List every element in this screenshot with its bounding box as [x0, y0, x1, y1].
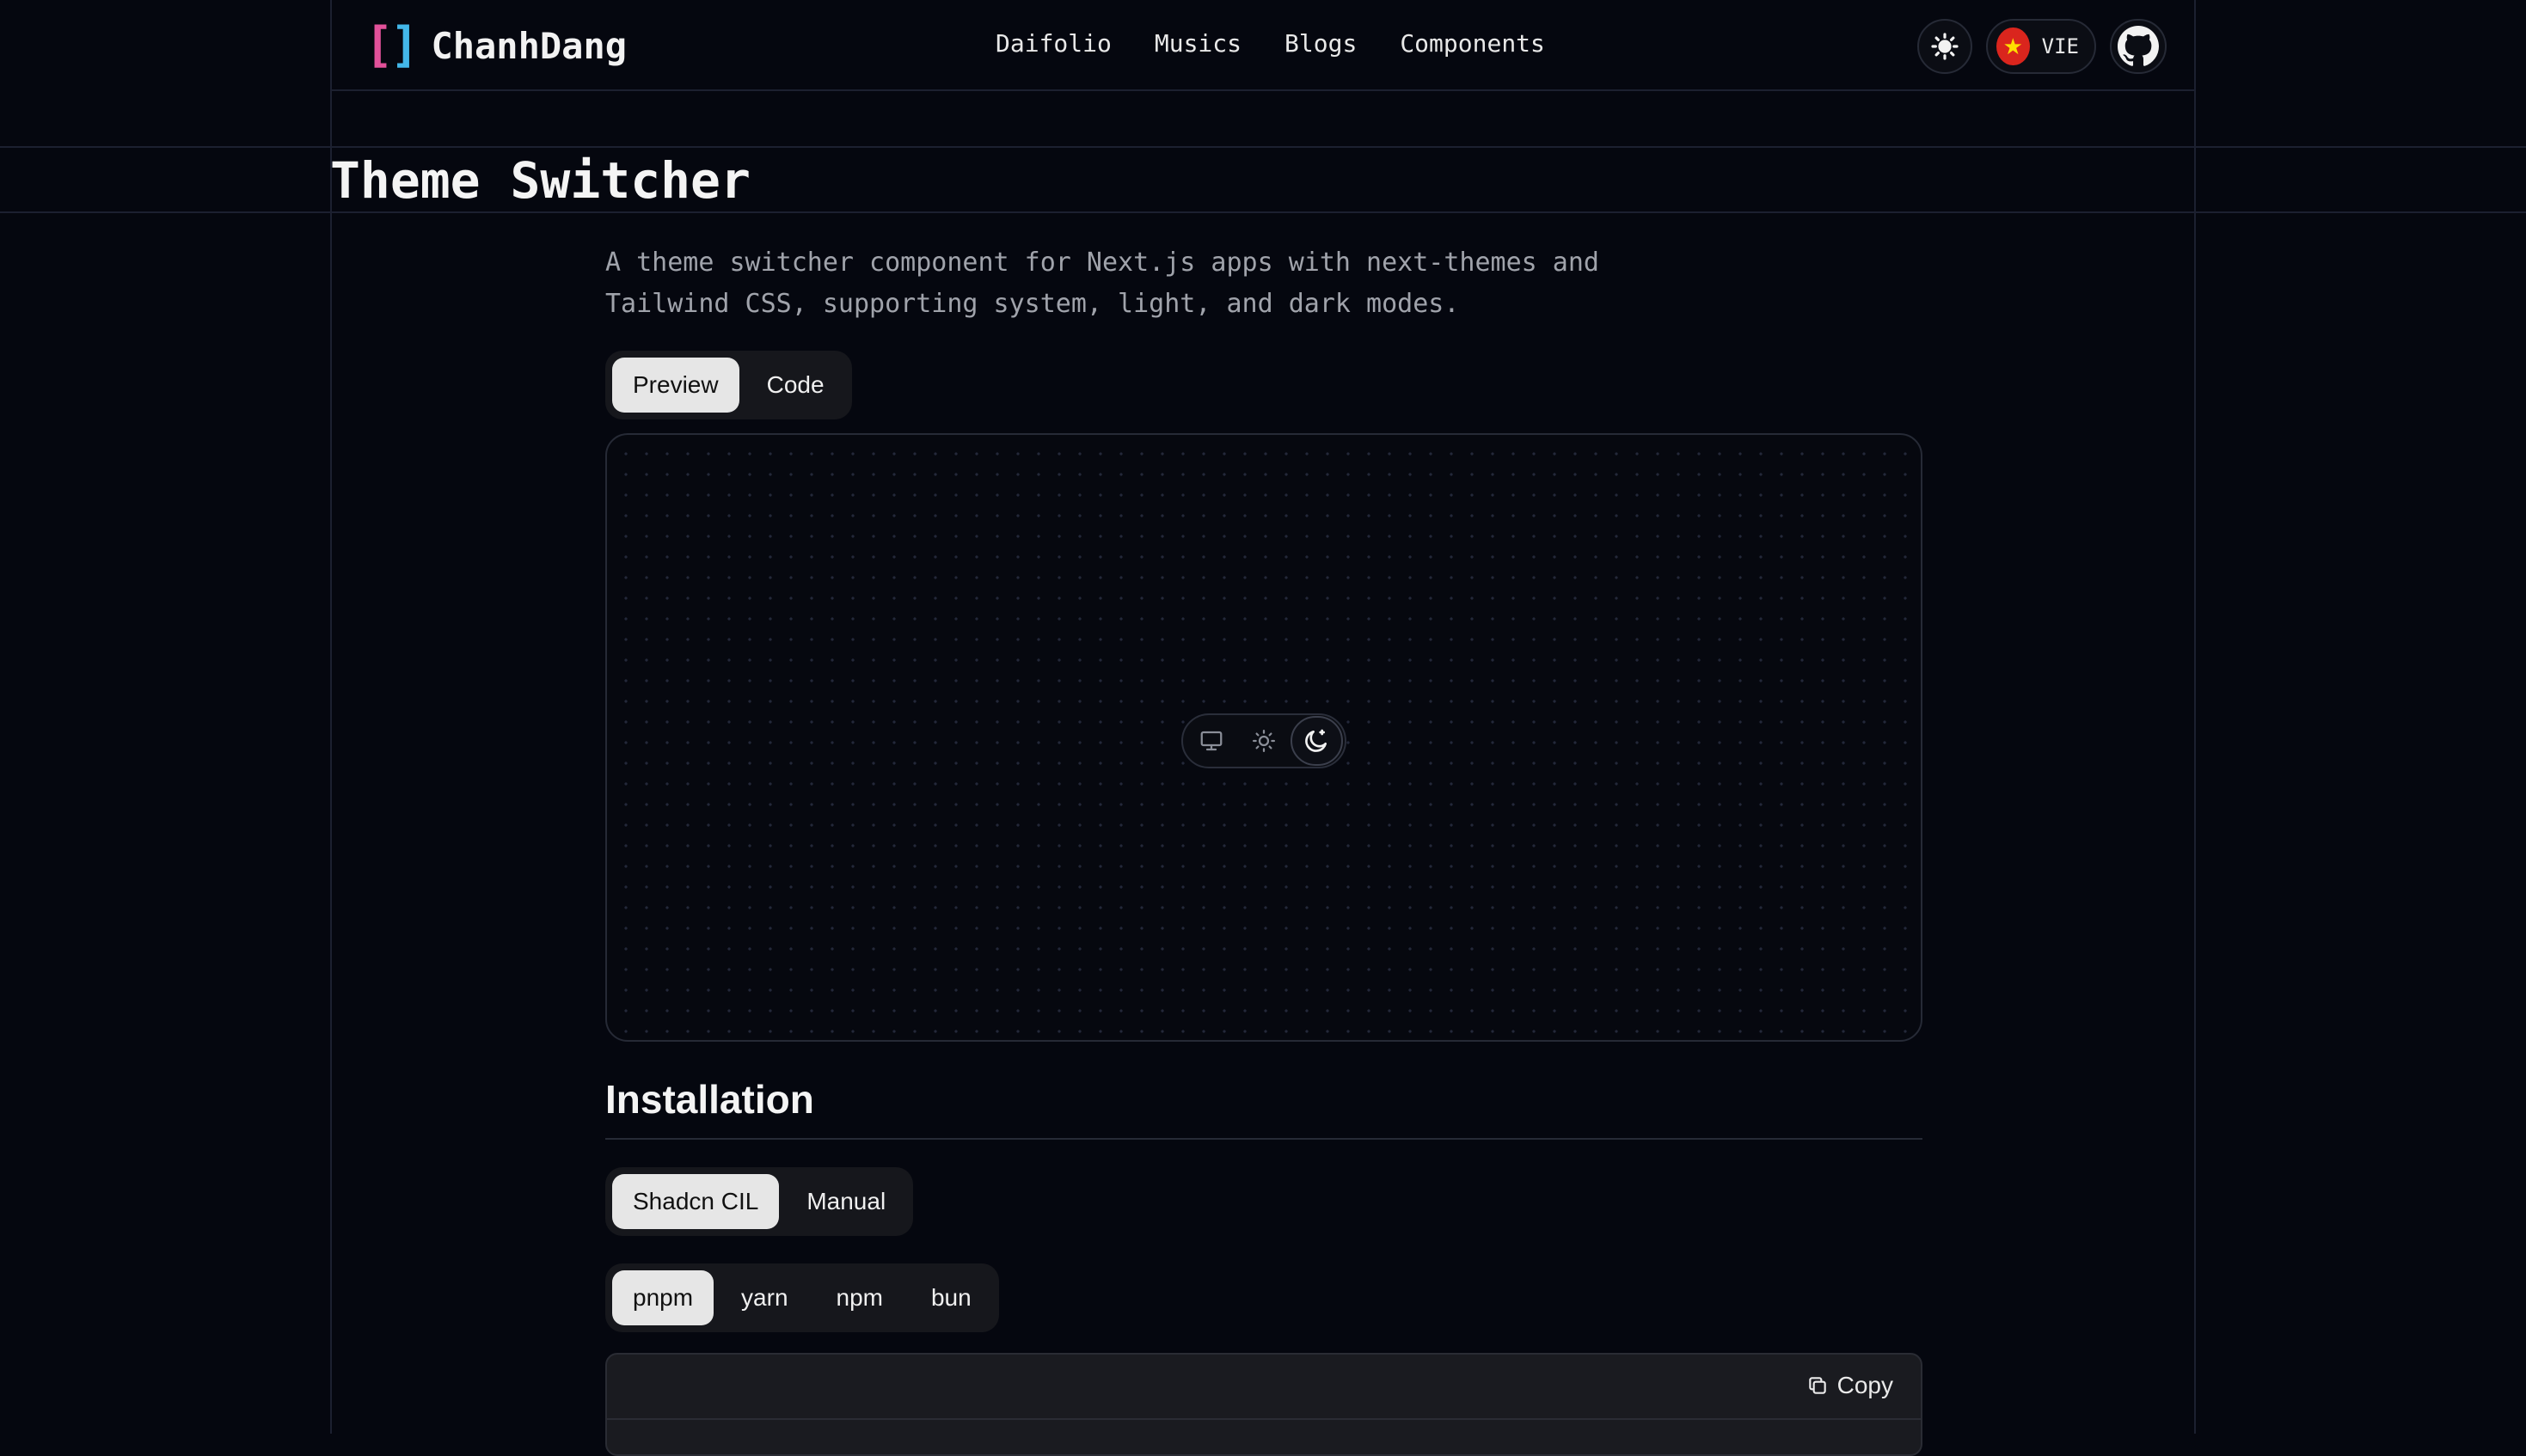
nav-link-daifolio[interactable]: Daifolio — [996, 29, 1112, 58]
github-icon — [2118, 26, 2159, 66]
page-description: A theme switcher component for Next.js a… — [605, 248, 1599, 319]
tab-yarn[interactable]: yarn — [720, 1270, 808, 1325]
monitor-icon — [1200, 731, 1223, 751]
theme-option-light[interactable] — [1237, 716, 1290, 766]
language-switch-button[interactable]: ★ VIE — [1986, 19, 2096, 74]
theme-switcher — [1181, 713, 1346, 768]
tab-npm[interactable]: npm — [816, 1270, 904, 1325]
copy-icon — [1808, 1377, 1826, 1394]
tab-manual[interactable]: Manual — [786, 1174, 906, 1229]
header-divider — [330, 89, 2196, 91]
tab-preview[interactable]: Preview — [612, 358, 739, 413]
nav-link-musics[interactable]: Musics — [1155, 29, 1242, 58]
installation-divider — [605, 1138, 1922, 1140]
nav-link-blogs[interactable]: Blogs — [1284, 29, 1357, 58]
copy-label: Copy — [1836, 1372, 1893, 1398]
sun-icon — [1252, 730, 1275, 752]
installation-heading: Installation — [605, 1077, 814, 1122]
tab-pnpm[interactable]: pnpm — [612, 1270, 714, 1325]
guide-line-right — [2194, 0, 2196, 1434]
logo-bracket-left-icon: [ — [365, 17, 394, 73]
code-toolbar: Copy — [607, 1355, 1921, 1420]
github-link-button[interactable] — [2110, 19, 2167, 74]
component-preview — [605, 433, 1922, 1042]
language-label: VIE — [2041, 34, 2079, 58]
view-tabs: Preview Code — [605, 351, 852, 419]
install-method-tabs: Shadcn CIL Manual — [605, 1167, 914, 1236]
logo-bracket-right-icon: ] — [389, 17, 420, 73]
install-command-box: Copy — [605, 1353, 1922, 1456]
brand-name: ChanhDang — [431, 24, 628, 67]
moon-icon — [1305, 729, 1327, 752]
page-title: Theme Switcher — [330, 151, 751, 210]
sun-icon — [1931, 33, 1959, 60]
package-manager-tabs: pnpm yarn npm bun — [605, 1263, 999, 1332]
guide-line-left — [330, 0, 332, 1434]
theme-option-dark[interactable] — [1290, 716, 1343, 766]
copy-button[interactable]: Copy — [1806, 1372, 1893, 1399]
nav-link-components[interactable]: Components — [1400, 29, 1545, 58]
main-nav: Daifolio Musics Blogs Components — [996, 29, 1545, 58]
tab-code[interactable]: Code — [746, 358, 845, 413]
brand-logo[interactable]: [ ] ChanhDang — [365, 19, 627, 72]
theme-toggle-button[interactable] — [1917, 19, 1972, 74]
tab-bun[interactable]: bun — [910, 1270, 992, 1325]
vietnam-flag-icon: ★ — [1996, 28, 2030, 65]
tab-shadcn-cli[interactable]: Shadcn CIL — [612, 1174, 780, 1229]
theme-option-system[interactable] — [1185, 716, 1237, 766]
